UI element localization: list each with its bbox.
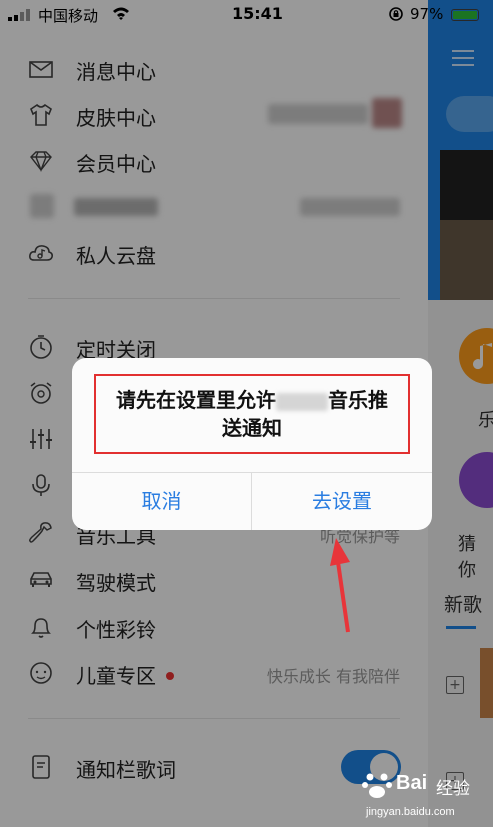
app-screen: 乐 猜你 新歌 + + 消息中心 皮肤中心 会员中心 私人云盘 定时关闭 音乐工… [0, 0, 493, 827]
dialog-message: 请先在设置里允许 音乐推 送通知 [94, 374, 410, 454]
dialog-message-line2: 送通知 [222, 416, 282, 440]
baidu-jingyan-watermark: Bai 经验 jingyan.baidu.com [360, 768, 490, 824]
dialog-message-part2: 音乐推 [328, 388, 388, 412]
baidu-paw-icon [362, 773, 392, 798]
go-to-settings-button[interactable]: 去设置 [252, 473, 432, 530]
cancel-button[interactable]: 取消 [72, 473, 251, 530]
annotation-arrow [330, 538, 350, 633]
watermark-brand-cn: 经验 [436, 779, 470, 799]
watermark-url: jingyan.baidu.com [366, 806, 455, 818]
watermark-brand: Bai [396, 772, 428, 794]
blurred-app-name [276, 392, 328, 411]
dialog-message-part1: 请先在设置里允许 [116, 388, 276, 412]
permission-dialog: 请先在设置里允许 音乐推 送通知 取消 去设置 [72, 358, 432, 530]
